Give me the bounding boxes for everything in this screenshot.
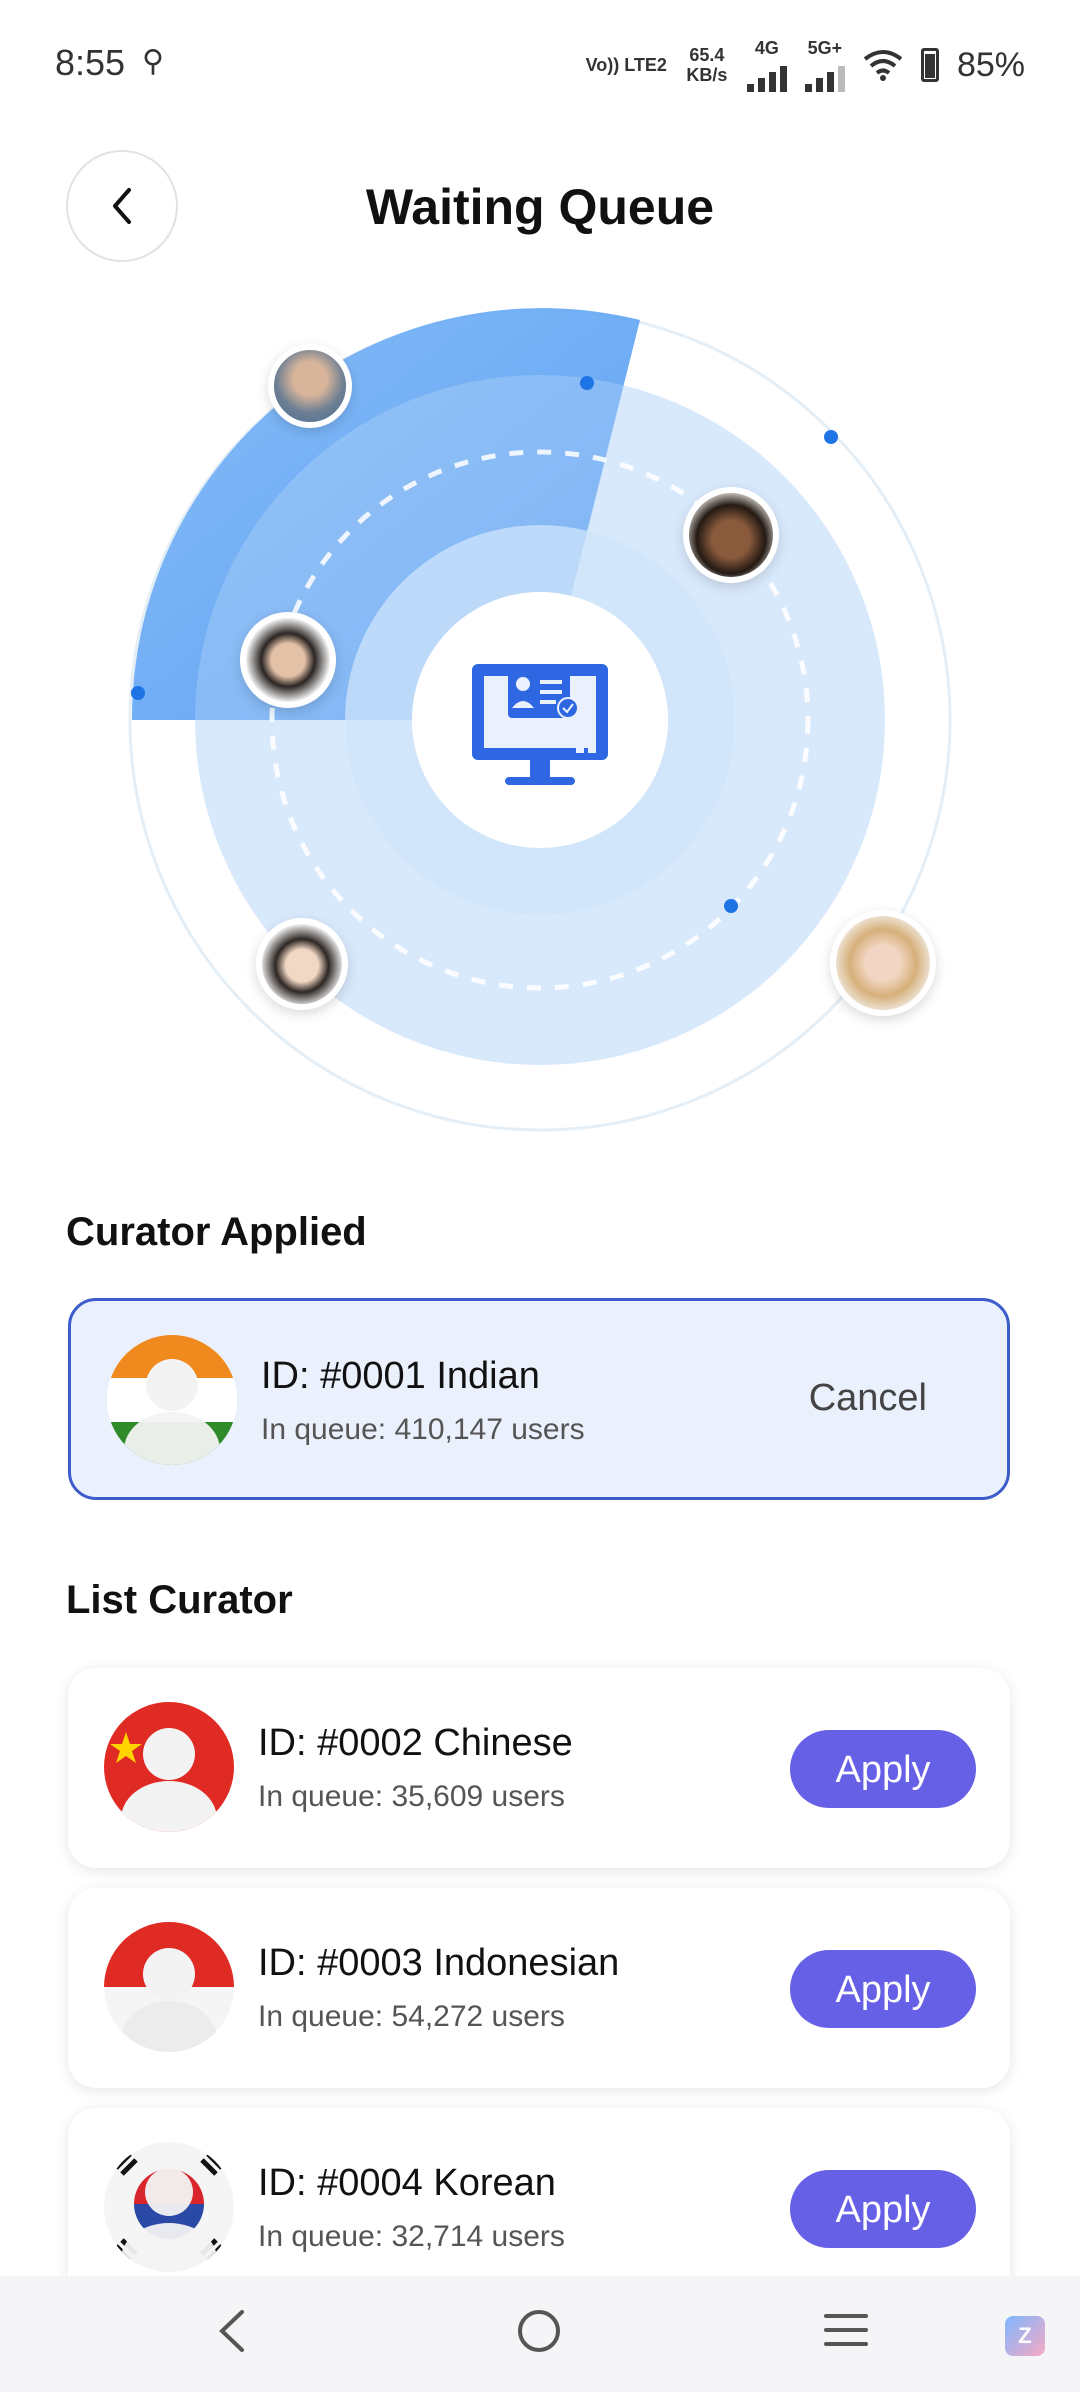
curator-id: ID: #0001 Indian xyxy=(261,1355,540,1397)
avatar-man xyxy=(240,612,336,708)
curator-list-item: ID: #0002 Chinese In queue: 35,609 users… xyxy=(68,1668,1010,1868)
queue-radar-illustration xyxy=(0,300,1080,1160)
network-speed: 65.4 KB/s xyxy=(686,45,728,85)
search-sparkle-icon: ⚲ xyxy=(142,45,164,78)
curator-queue: In queue: 32,714 users xyxy=(258,2220,565,2253)
signal-4g-icon: 4G xyxy=(746,38,787,92)
status-bar: 8:55 ⚲ Vo)) LTE2 65.4 KB/s 4G 5G+ 85% xyxy=(0,0,1080,130)
flag-avatar-india xyxy=(107,1335,237,1465)
curator-id: ID: #0002 Chinese xyxy=(258,1722,573,1764)
flag-avatar-china xyxy=(104,1702,234,1832)
nav-back-icon[interactable] xyxy=(212,2306,252,2356)
curator-queue: In queue: 54,272 users xyxy=(258,2000,565,2033)
battery-percent: 85% xyxy=(956,45,1025,84)
volte-indicator: Vo)) LTE2 xyxy=(585,55,667,75)
flag-avatar-indonesia xyxy=(104,1922,234,2052)
curator-id: ID: #0003 Indonesian xyxy=(258,1942,620,1984)
signal-5g-icon: 5G+ xyxy=(804,38,845,92)
page-title: Waiting Queue xyxy=(365,179,715,235)
avatar-asian-woman xyxy=(256,918,348,1010)
apply-button[interactable]: Apply xyxy=(790,1950,976,2028)
apply-button[interactable]: Apply xyxy=(790,1730,976,1808)
flag-avatar-korea xyxy=(104,2142,234,2272)
nav-menu-icon[interactable] xyxy=(824,2314,868,2356)
nav-home-icon[interactable] xyxy=(518,2310,560,2352)
applied-curator-card: ID: #0001 Indian In queue: 410,147 users… xyxy=(68,1298,1010,1500)
avatar-woman-photo xyxy=(268,344,352,428)
curator-list-item: ID: #0003 Indonesian In queue: 54,272 us… xyxy=(68,1888,1010,2088)
battery-icon xyxy=(920,48,939,82)
section-title-list: List Curator xyxy=(66,1578,293,1622)
floating-app-icon[interactable]: Z xyxy=(1005,2316,1045,2356)
curator-queue: In queue: 410,147 users xyxy=(261,1413,585,1446)
curator-queue: In queue: 35,609 users xyxy=(258,1780,565,1813)
wifi-icon xyxy=(863,50,903,81)
radar-graphic xyxy=(128,308,952,1132)
section-title-applied: Curator Applied xyxy=(66,1210,367,1254)
apply-button[interactable]: Apply xyxy=(790,2170,976,2248)
cancel-button[interactable]: Cancel xyxy=(809,1377,927,1420)
system-navigation-bar: Z xyxy=(0,2276,1080,2392)
curator-id: ID: #0004 Korean xyxy=(258,2162,556,2204)
status-time: 8:55 xyxy=(55,42,126,83)
avatar-curly-hair xyxy=(683,487,779,583)
avatar-blonde-woman xyxy=(830,910,936,1016)
